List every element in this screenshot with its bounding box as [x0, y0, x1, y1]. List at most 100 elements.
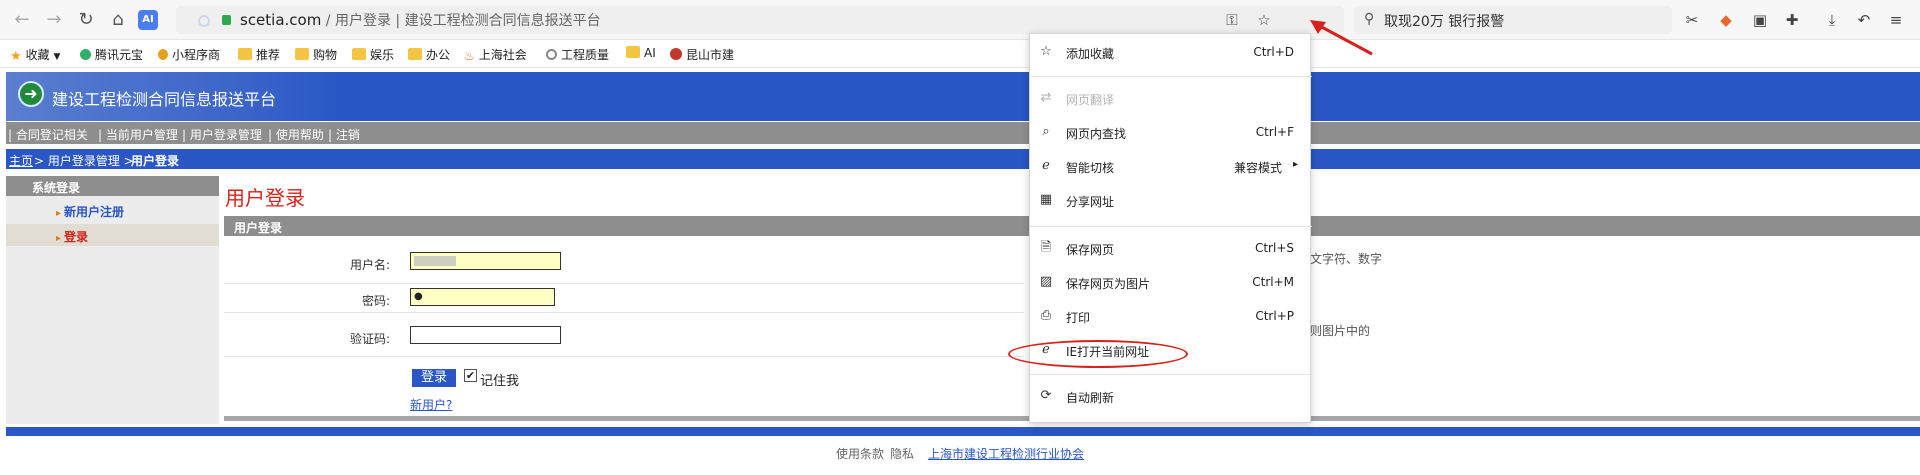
- breadcrumb: 主页 > 用户登录管理 > 用户登录: [6, 149, 1920, 169]
- shield-icon: [158, 49, 168, 60]
- menu-icon[interactable]: ≡: [1886, 10, 1906, 30]
- print-icon: ⎙: [1040, 308, 1052, 323]
- sidebar-item-register[interactable]: 新用户注册: [56, 203, 124, 220]
- bookmark-item[interactable]: 昆山市建: [670, 46, 734, 62]
- menu-item-find[interactable]: ⌕ 网页内查找 Ctrl+F: [1030, 118, 1312, 148]
- site-menubar: | 合同登记相关 | 当前用户管理 | 用户登录管理 | 使用帮助 | 注销: [6, 122, 1920, 144]
- footer-bar: [6, 427, 1920, 436]
- captcha-input[interactable]: [410, 326, 561, 344]
- bookmark-item[interactable]: 办公: [408, 46, 450, 62]
- yuanbao-icon: [80, 49, 91, 60]
- submenu-arrow-icon: ▸: [1292, 159, 1298, 170]
- save-image-icon: ▨: [1039, 274, 1053, 289]
- password-label: 密码:: [361, 294, 390, 308]
- footer-terms[interactable]: 使用条款: [836, 445, 884, 462]
- browser-toolbar: ← → ↻ ⌂ AI scetia.com / 用户登录 | 建设工程检测合同信…: [0, 0, 1920, 40]
- sidebar: 系统登录 新用户注册 登录: [6, 176, 219, 424]
- remember-label: 记住我: [480, 374, 520, 389]
- bookmark-star-icon[interactable]: ☆: [1254, 10, 1274, 30]
- home-icon[interactable]: ⌂: [106, 8, 130, 32]
- star-icon: ★: [10, 49, 22, 64]
- menu-separator: [1030, 374, 1312, 375]
- refresh-clock-icon: ⟳: [1040, 388, 1052, 403]
- menu-item-print[interactable]: ⎙ 打印 Ctrl+P: [1030, 302, 1312, 332]
- breadcrumb-home[interactable]: 主页: [9, 152, 33, 169]
- menu-login-manage[interactable]: | 用户登录管理: [182, 126, 262, 143]
- lock-icon[interactable]: [222, 15, 231, 25]
- sidebar-item-login[interactable]: 登录: [56, 228, 88, 245]
- menu-current-user[interactable]: | 当前用户管理: [98, 126, 178, 143]
- globe-icon: [546, 49, 557, 60]
- breadcrumb-current: 用户登录: [131, 154, 180, 168]
- seal-icon: [670, 48, 682, 60]
- menu-contract[interactable]: | 合同登记相关: [8, 126, 88, 143]
- sidebar-header: 系统登录: [6, 176, 219, 196]
- game-icon[interactable]: ◆: [1716, 10, 1736, 30]
- menu-logout[interactable]: | 注销: [328, 126, 360, 143]
- search-text[interactable]: 取现20万 银行报警: [1384, 11, 1504, 31]
- extensions-icon[interactable]: ✚: [1782, 10, 1802, 30]
- key-icon[interactable]: ⚿: [1222, 10, 1242, 30]
- fire-icon: ♨: [464, 49, 475, 63]
- bookmarks-bar: ★ 收藏 ▼ 腾讯元宝 小程序商 推荐 购物 娱乐 办公 ♨ 上海社会 工程质量 A…: [0, 40, 1920, 68]
- menu-item-save-page[interactable]: 🗎 保存网页 Ctrl+S: [1030, 234, 1312, 264]
- sidebar-icon[interactable]: ▣: [1750, 10, 1770, 30]
- remember-checkbox[interactable]: ✔: [464, 369, 477, 382]
- username-input[interactable]: [410, 252, 561, 270]
- row-divider: [224, 312, 1024, 313]
- undo-icon[interactable]: ↶: [1854, 10, 1874, 30]
- site-info-icon[interactable]: [198, 15, 210, 27]
- login-button[interactable]: 登录: [412, 369, 456, 387]
- download-icon[interactable]: ⤓: [1822, 10, 1842, 30]
- bookmark-item[interactable]: 腾讯元宝: [80, 46, 143, 62]
- highlight-ellipse: [1008, 340, 1188, 368]
- row-divider: [224, 283, 1024, 284]
- menu-item-add-favorite[interactable]: ☆ 添加收藏 Ctrl+D: [1030, 38, 1312, 68]
- bookmark-item[interactable]: 购物: [295, 46, 337, 62]
- menu-item-share[interactable]: ▦ 分享网址: [1030, 186, 1312, 216]
- folder-icon: [238, 48, 252, 60]
- row-divider: [224, 356, 1024, 357]
- scissors-icon[interactable]: ✂: [1682, 10, 1702, 30]
- username-hint: 文字符、数字: [1310, 252, 1383, 266]
- url-text[interactable]: scetia.com / 用户登录 | 建设工程检测合同信息报送平台: [240, 10, 601, 30]
- annotation-arrow-icon: [1310, 20, 1373, 56]
- password-input[interactable]: ●: [410, 288, 555, 306]
- bookmark-item[interactable]: 工程质量: [546, 46, 609, 62]
- forward-icon[interactable]: →: [42, 8, 66, 32]
- site-title: 建设工程检测合同信息报送平台: [52, 90, 277, 109]
- ai-assistant-icon[interactable]: AI: [138, 10, 158, 30]
- bookmark-item[interactable]: ★ 收藏 ▼: [10, 46, 61, 64]
- bookmark-item[interactable]: 推荐: [238, 46, 280, 62]
- back-icon[interactable]: ←: [10, 8, 34, 32]
- footer-privacy[interactable]: 隐私: [890, 445, 914, 462]
- breadcrumb-path: > 用户登录管理 >: [34, 154, 134, 168]
- captcha-label: 验证码:: [349, 332, 390, 346]
- menu-item-auto-refresh[interactable]: ⟳ 自动刷新: [1030, 382, 1312, 412]
- search-box[interactable]: ⚲ 取现20万 银行报警: [1354, 6, 1672, 34]
- folder-icon: [295, 48, 309, 60]
- blurred-username: [414, 256, 456, 266]
- arrow-right-icon: ➜: [18, 81, 44, 107]
- menu-item-save-image[interactable]: ▨ 保存网页为图片 Ctrl+M: [1030, 268, 1312, 298]
- sidebar-selected-bg: [6, 224, 219, 246]
- find-icon: ⌕: [1042, 124, 1050, 139]
- new-user-link[interactable]: 新用户?: [410, 396, 452, 413]
- menu-item-smart-switch[interactable]: ℯ 智能切核 兼容模式 ▸: [1030, 152, 1312, 182]
- captcha-hint: 则图片中的: [1310, 324, 1371, 338]
- address-bar[interactable]: scetia.com / 用户登录 | 建设工程检测合同信息报送平台 ⚿ ☆ ·…: [176, 6, 1509, 34]
- site-banner: ➜ 建设工程检测合同信息报送平台: [6, 72, 1920, 121]
- bookmark-item[interactable]: 娱乐: [352, 46, 394, 62]
- folder-icon: [626, 46, 640, 58]
- bookmark-item[interactable]: ♨ 上海社会: [464, 46, 527, 63]
- footer-association-link[interactable]: 上海市建设工程检测行业协会: [928, 445, 1084, 462]
- caret-down-icon: ▼: [53, 52, 61, 62]
- bookmark-item[interactable]: AI: [626, 46, 656, 62]
- reload-icon[interactable]: ↻: [74, 8, 98, 32]
- page-title: 用户登录: [225, 186, 305, 210]
- translate-icon: ⇄: [1040, 90, 1052, 105]
- menu-help[interactable]: | 使用帮助: [268, 126, 324, 143]
- bookmark-item[interactable]: 小程序商: [158, 46, 220, 62]
- menu-separator: [1030, 76, 1312, 77]
- menu-separator: [1030, 226, 1312, 227]
